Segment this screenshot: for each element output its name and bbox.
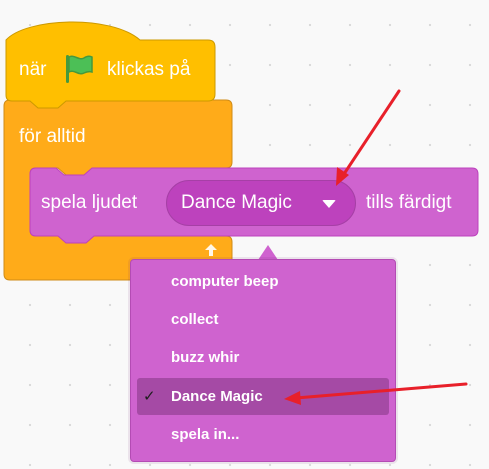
sound-dropdown-menu: computer beep collect buzz whir ✓ Dance … — [130, 259, 396, 462]
hat-block-label-after: klickas på — [107, 59, 191, 80]
menu-item-label: buzz whir — [171, 349, 240, 366]
menu-item-dance-magic[interactable]: ✓ Dance Magic — [137, 378, 389, 415]
menu-item-label: computer beep — [171, 273, 279, 290]
checkmark-icon: ✓ — [143, 388, 156, 405]
menu-item-label: Dance Magic — [171, 388, 263, 405]
play-sound-label-after: tills färdigt — [366, 192, 452, 213]
menu-item-label: collect — [171, 311, 219, 328]
menu-item-label: spela in... — [171, 426, 240, 443]
hat-block-label-before: när — [19, 59, 47, 80]
sound-dropdown-field[interactable]: Dance Magic — [166, 180, 356, 226]
menu-item-record[interactable]: spela in... — [137, 416, 389, 453]
menu-item-computer-beep[interactable]: computer beep — [137, 263, 389, 300]
menu-item-collect[interactable]: collect — [137, 301, 389, 338]
dropdown-pointer — [258, 245, 278, 260]
caret-down-icon — [322, 200, 336, 208]
sound-dropdown-value: Dance Magic — [181, 192, 292, 213]
menu-item-buzz-whir[interactable]: buzz whir — [137, 339, 389, 376]
play-sound-label-before: spela ljudet — [41, 192, 138, 213]
forever-block-label: för alltid — [19, 126, 86, 147]
green-flag-icon — [62, 52, 96, 86]
